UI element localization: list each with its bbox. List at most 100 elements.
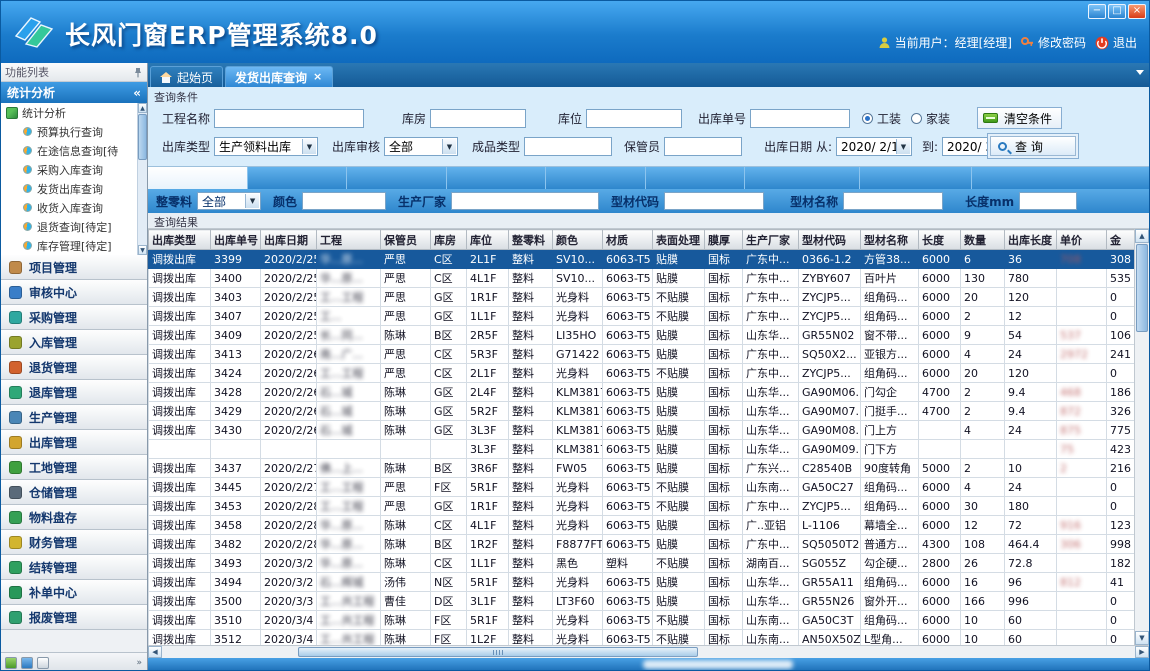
- material-tab[interactable]: 玻 璃: [447, 167, 547, 189]
- material-tab[interactable]: 辅 材: [347, 167, 447, 189]
- scroll-down-icon[interactable]: ▼: [1135, 631, 1149, 645]
- column-header[interactable]: 表面处理: [653, 230, 705, 250]
- footer-shortcut-icon-2[interactable]: [21, 657, 33, 669]
- column-header[interactable]: 数量: [961, 230, 1005, 250]
- tree-scrollbar[interactable]: ▲ ▼: [137, 103, 147, 255]
- section-header-statistics[interactable]: 统计分析 «: [1, 82, 147, 103]
- color-input[interactable]: [302, 192, 386, 210]
- vertical-scrollbar[interactable]: ▲ ▼: [1134, 229, 1149, 645]
- table-row[interactable]: 调拨出库34092020/2/25长...同...陈琳B区2R5F整料LI35H…: [149, 326, 1147, 345]
- length-input[interactable]: [1019, 192, 1077, 210]
- tab-shipping-outbound-query[interactable]: 发货出库查询 ×: [225, 66, 333, 87]
- module-item[interactable]: 入库管理: [1, 330, 147, 355]
- whole-part-select[interactable]: 全部: [197, 192, 261, 210]
- table-row[interactable]: 3L3F整料KLM38176063-T5贴膜国标山东华...GA90M09...…: [149, 440, 1147, 459]
- table-row[interactable]: 调拨出库34822020/2/28华...原...陈琳B区1R2F整料F8877…: [149, 535, 1147, 554]
- change-password-link[interactable]: 修改密码: [1021, 34, 1086, 51]
- table-row[interactable]: 调拨出库34002020/2/25华...原...严思C区4L1F整料SV10.…: [149, 269, 1147, 288]
- outbound-order-input[interactable]: [750, 109, 850, 128]
- query-button[interactable]: 查 询: [990, 136, 1076, 156]
- tree-item[interactable]: 预算执行查询: [1, 122, 147, 141]
- chevron-down-icon[interactable]: [442, 139, 456, 154]
- keeper-input[interactable]: [664, 137, 742, 156]
- column-header[interactable]: 出库日期: [261, 230, 317, 250]
- module-item[interactable]: 退货管理: [1, 355, 147, 380]
- column-header[interactable]: 颜色: [553, 230, 603, 250]
- outbound-type-select[interactable]: 生产领料出库: [214, 137, 318, 156]
- column-header[interactable]: 工程: [317, 230, 381, 250]
- module-item[interactable]: 物料盘存: [1, 505, 147, 530]
- column-header[interactable]: 库房: [431, 230, 467, 250]
- table-row[interactable]: 调拨出库35102020/3/4工...共工程陈琳F区5R1F整料光身料6063…: [149, 611, 1147, 630]
- tab-home[interactable]: 起始页: [150, 66, 223, 87]
- maximize-button[interactable]: □: [1108, 4, 1126, 19]
- module-item[interactable]: 生产管理: [1, 405, 147, 430]
- module-item[interactable]: 仓储管理: [1, 480, 147, 505]
- scroll-right-icon[interactable]: ▶: [1135, 646, 1149, 658]
- column-header[interactable]: 长度: [919, 230, 961, 250]
- chevron-down-icon[interactable]: [896, 139, 910, 154]
- module-item[interactable]: 工地管理: [1, 455, 147, 480]
- tree-root-statistics[interactable]: 统计分析: [1, 103, 147, 122]
- column-header[interactable]: 生产厂家: [743, 230, 799, 250]
- material-tab[interactable]: 单体型材: [745, 167, 860, 189]
- location-input[interactable]: [586, 109, 682, 128]
- warehouse-input[interactable]: [430, 109, 526, 128]
- module-item[interactable]: 出库管理: [1, 430, 147, 455]
- table-row[interactable]: 调拨出库34532020/2/28工...工程严思G区1R1F整料光身料6063…: [149, 497, 1147, 516]
- column-header[interactable]: 膜厚: [705, 230, 743, 250]
- scroll-up-icon[interactable]: ▲: [138, 103, 147, 113]
- table-row[interactable]: 调拨出库34372020/2/27佛...上...陈琳B区3R6F整料FW056…: [149, 459, 1147, 478]
- tree-item[interactable]: 收货入库查询: [1, 198, 147, 217]
- column-header[interactable]: 材质: [603, 230, 653, 250]
- footer-overflow-chevron-icon[interactable]: »: [136, 658, 143, 668]
- product-type-input[interactable]: [524, 137, 612, 156]
- column-header[interactable]: 单价: [1057, 230, 1107, 250]
- tab-list-chevron-icon[interactable]: [1136, 70, 1144, 79]
- tree-item[interactable]: 在途信息查询[待: [1, 141, 147, 160]
- scroll-down-icon[interactable]: ▼: [138, 245, 147, 255]
- date-from-picker[interactable]: 2020/ 2/16: [836, 137, 912, 156]
- tree-item[interactable]: 发货出库查询: [1, 179, 147, 198]
- minimize-button[interactable]: −: [1088, 4, 1106, 19]
- logout-button[interactable]: 退出: [1095, 34, 1137, 51]
- tree-item[interactable]: 采购入库查询: [1, 160, 147, 179]
- tree-scroll-thumb[interactable]: [138, 114, 147, 160]
- table-row[interactable]: 调拨出库34452020/2/27工...工程严思F区5R1F整料光身料6063…: [149, 478, 1147, 497]
- footer-shortcut-icon-1[interactable]: [5, 657, 17, 669]
- module-item[interactable]: 审核中心: [1, 280, 147, 305]
- module-item[interactable]: 项目管理: [1, 255, 147, 280]
- table-row[interactable]: 调拨出库33992020/2/25华...原...严思C区2L1F整料SV10.…: [149, 250, 1147, 269]
- table-row[interactable]: 调拨出库34302020/2/26石...城陈琳G区3L3F整料KLM38176…: [149, 421, 1147, 440]
- scroll-up-icon[interactable]: ▲: [1135, 229, 1149, 243]
- column-header[interactable]: 保管员: [381, 230, 431, 250]
- table-row[interactable]: 调拨出库34132020/2/26南...广...严思C区5R3F整料G7142…: [149, 345, 1147, 364]
- table-row[interactable]: 调拨出库34932020/3/2华...原...陈琳C区1L1F整料黑色塑料不贴…: [149, 554, 1147, 573]
- material-tab[interactable]: 成 品: [546, 167, 646, 189]
- module-item[interactable]: 财务管理: [1, 530, 147, 555]
- pin-icon[interactable]: [133, 67, 143, 78]
- footer-monitor-icon[interactable]: [37, 657, 49, 669]
- home-decor-radio[interactable]: [911, 113, 922, 124]
- tree-item[interactable]: 退货查询[待定]: [1, 217, 147, 236]
- profile-code-input[interactable]: [664, 192, 764, 210]
- column-header[interactable]: 型材名称: [861, 230, 919, 250]
- material-tab[interactable]: 型 材: [148, 167, 248, 189]
- outbound-audit-select[interactable]: 全部: [384, 137, 458, 156]
- column-header[interactable]: 库位: [467, 230, 509, 250]
- module-item[interactable]: 退库管理: [1, 380, 147, 405]
- work-decor-radio[interactable]: [862, 113, 873, 124]
- material-tab[interactable]: 耗 材: [646, 167, 746, 189]
- close-tab-icon[interactable]: ×: [312, 72, 323, 82]
- close-button[interactable]: ×: [1128, 4, 1146, 19]
- column-header[interactable]: 型材代码: [799, 230, 861, 250]
- chevron-down-icon[interactable]: [302, 139, 316, 154]
- horizontal-scroll-thumb[interactable]: [298, 647, 698, 657]
- horizontal-scrollbar[interactable]: ◀ ▶: [148, 645, 1149, 658]
- vertical-scroll-thumb[interactable]: [1136, 244, 1148, 332]
- table-row[interactable]: 调拨出库35002020/3/3工...共工程曹佳D区3L1F整料LT3F606…: [149, 592, 1147, 611]
- column-header[interactable]: 出库类型: [149, 230, 211, 250]
- table-row[interactable]: 调拨出库34032020/2/25工...工程严思G区1R1F整料光身料6063…: [149, 288, 1147, 307]
- table-row[interactable]: 调拨出库35122020/3/4工...共工程陈琳F区1L2F整料光身料6063…: [149, 630, 1147, 646]
- chevron-down-icon[interactable]: [245, 194, 259, 208]
